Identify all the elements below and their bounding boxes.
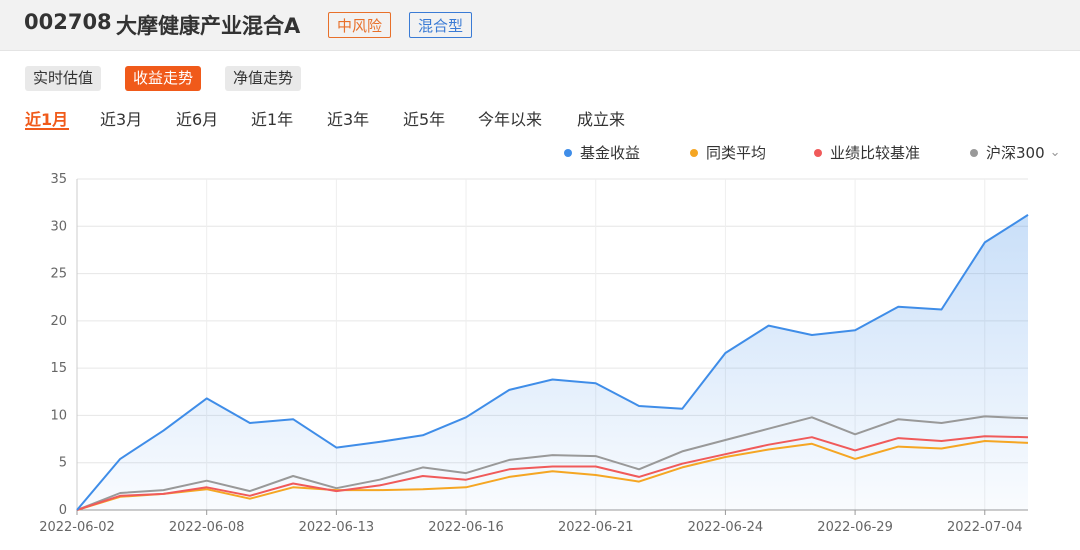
y-tick-label: 25 <box>50 267 67 282</box>
return-trend-chart: 0 5 10 15 20 25 30 35 2022-06-02 2022-06-08 2022-0… <box>39 172 1029 535</box>
x-tick-label: 2022-06-16 <box>428 520 504 535</box>
y-tick-label: 30 <box>50 219 67 234</box>
x-tick-label: 2022-06-21 <box>558 520 634 535</box>
x-tick-label: 2022-06-29 <box>817 520 893 535</box>
x-tick-label: 2022-07-04 <box>947 520 1023 535</box>
x-tick-label: 2022-06-08 <box>169 520 245 535</box>
x-tick-label: 2022-06-24 <box>688 520 764 535</box>
y-tick-label: 10 <box>50 408 67 423</box>
x-tick-label: 2022-06-02 <box>39 520 115 535</box>
y-tick-label: 20 <box>50 314 67 329</box>
y-tick-label: 15 <box>50 361 67 376</box>
y-tick-label: 0 <box>59 503 67 518</box>
y-tick-label: 35 <box>50 172 67 187</box>
x-tick-label: 2022-06-13 <box>299 520 375 535</box>
y-tick-label: 5 <box>59 456 67 471</box>
